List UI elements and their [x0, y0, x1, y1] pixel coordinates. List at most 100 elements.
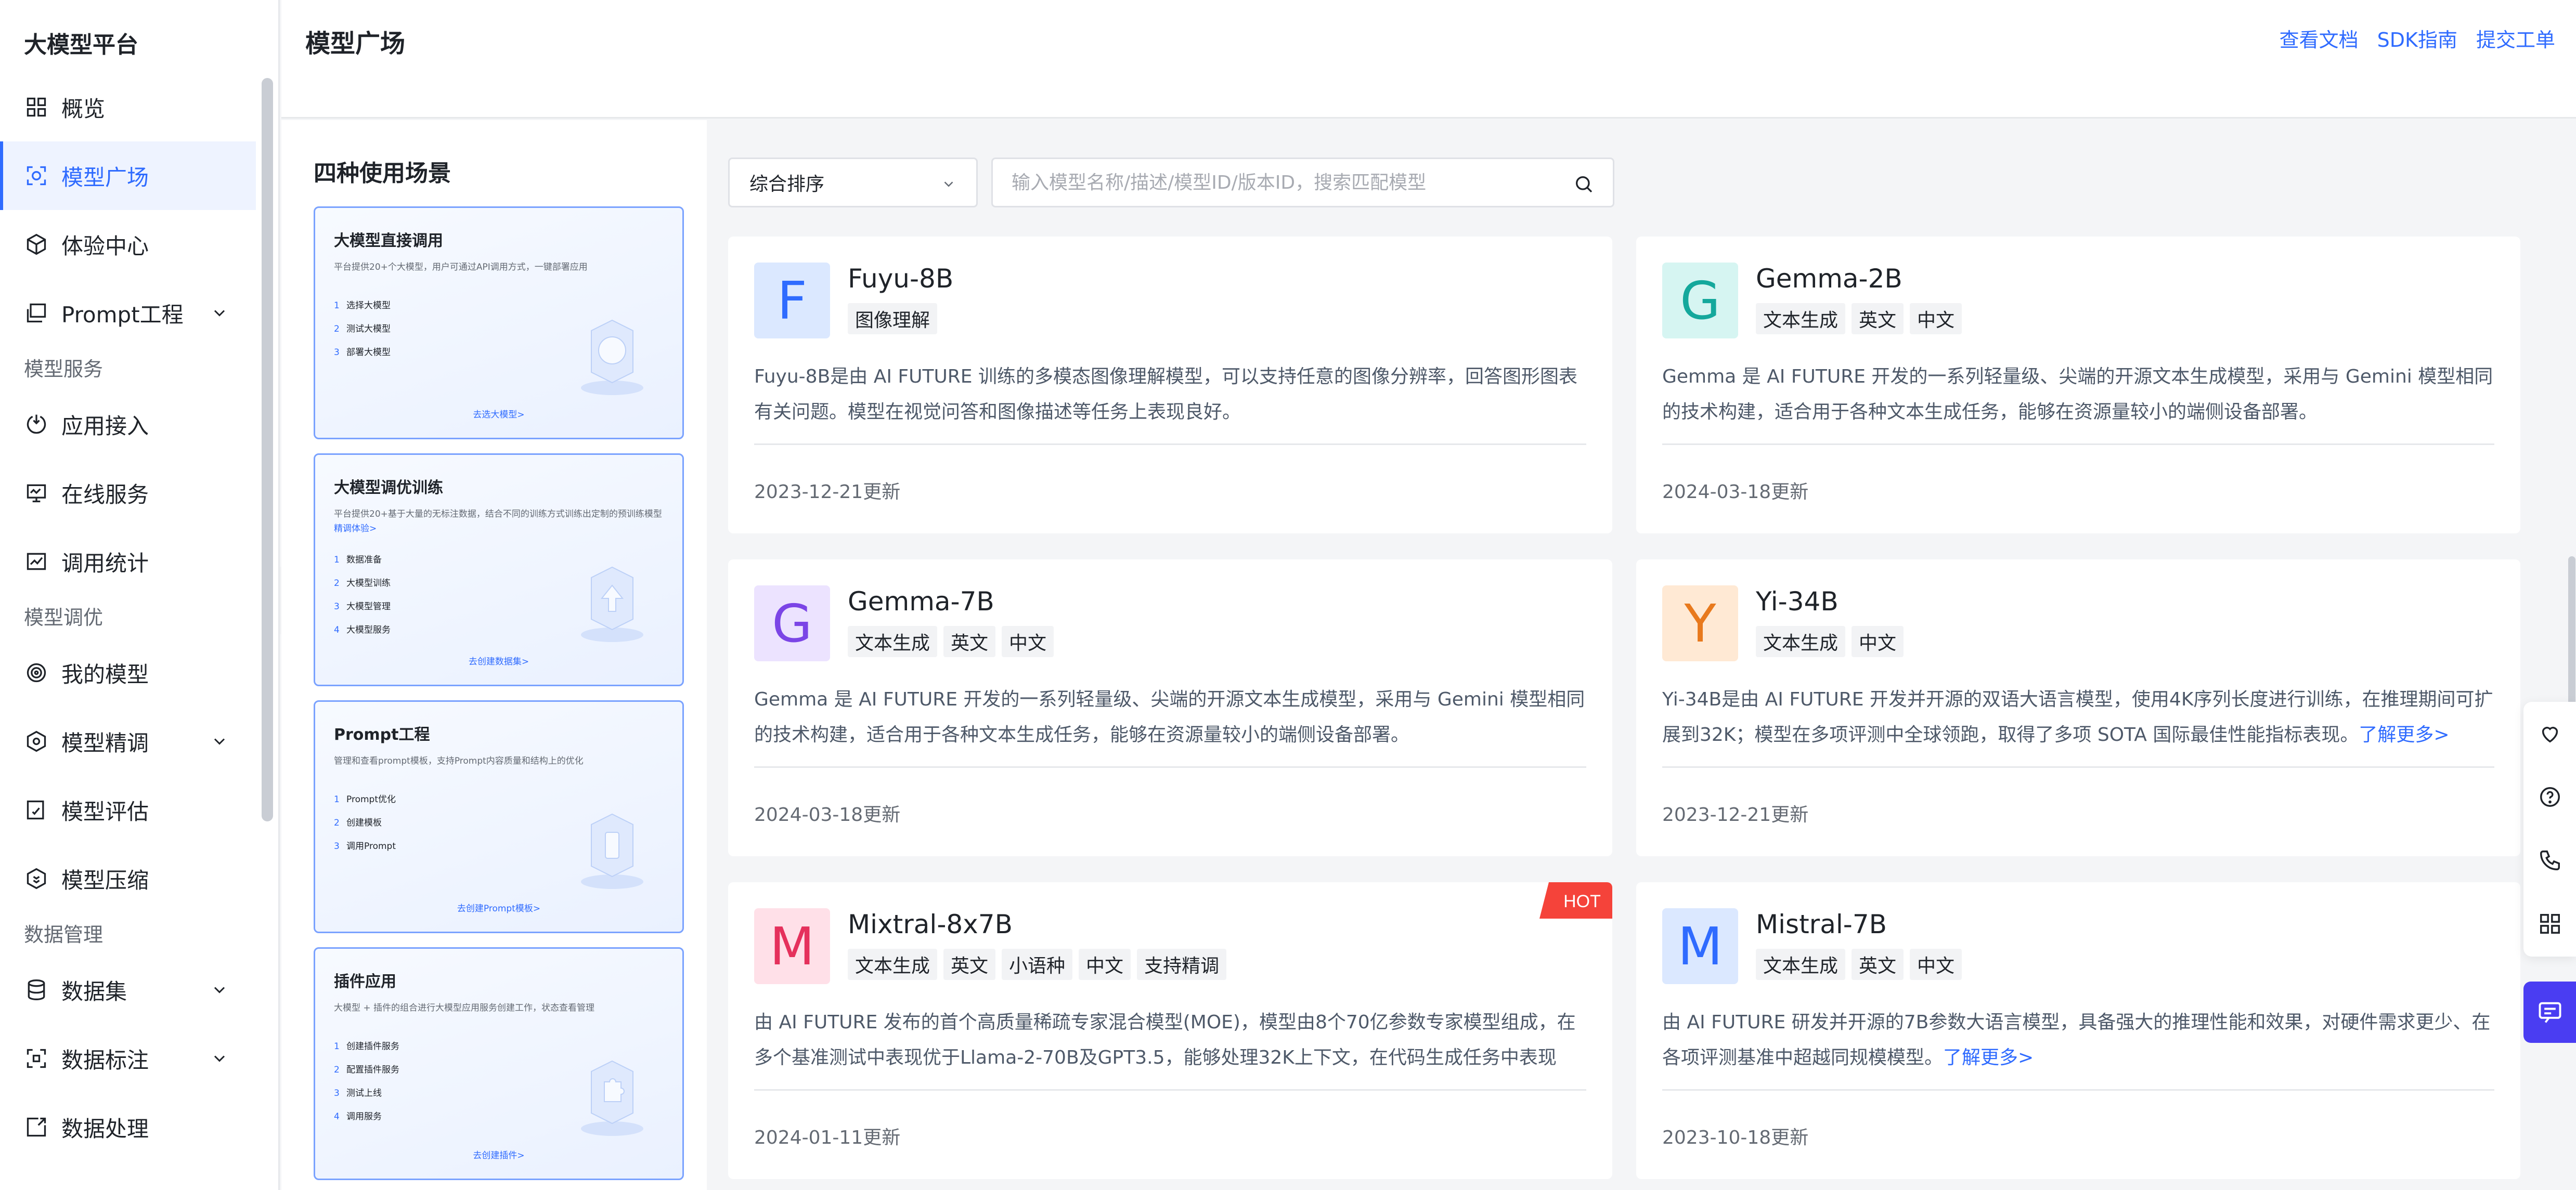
- scenario-card-direct-call[interactable]: 大模型直接调用 平台提供20+个大模型，用户可通过API调用方式，一键部署应用 …: [314, 206, 684, 439]
- sidebar-item-data-processing[interactable]: 数据处理: [0, 1093, 256, 1161]
- sidebar-item-label: 应用接入: [61, 413, 149, 439]
- sidebar-item-experience-center[interactable]: 体验中心: [0, 210, 256, 279]
- chevron-down-icon[interactable]: [210, 304, 229, 322]
- sdk-guide-link[interactable]: SDK指南: [2377, 24, 2457, 53]
- sidebar-item-fine-tune[interactable]: 模型精调: [0, 707, 256, 776]
- scenario-desc-text: 平台提供20+基于大量的无标注数据，结合不同的训练方式训练出定制的预训练模型: [334, 509, 662, 519]
- sort-select[interactable]: 综合排序: [728, 158, 978, 207]
- sidebar-item-overview[interactable]: 概览: [0, 73, 256, 141]
- floating-toolbar: [2523, 702, 2576, 957]
- model-card-yi-34b[interactable]: Y Yi-34B 文本生成 中文 Yi-34B是由 AI FUTURE 开发并开…: [1636, 559, 2520, 856]
- sidebar-item-prompt[interactable]: Prompt工程: [0, 279, 256, 347]
- go-create-plugin-link[interactable]: 去创建插件>: [315, 1148, 682, 1161]
- scenario-card-prompt[interactable]: Prompt工程 管理和查看prompt模板，支持Prompt内容质量和结构上的…: [314, 700, 684, 933]
- model-tag: 小语种: [1002, 949, 1073, 980]
- chat-icon: [2539, 1002, 2561, 1023]
- chart-icon: [25, 550, 48, 573]
- group-label-data-management: 数据管理: [24, 923, 103, 946]
- sidebar-item-data-labeling[interactable]: 数据标注: [0, 1024, 256, 1093]
- favorite-button[interactable]: [2523, 702, 2576, 765]
- sidebar-nav: 概览 模型广场 体验中心 Prompt工程 模型服务 应用接入 在线服务 调用统…: [0, 73, 256, 1161]
- card-divider: [1662, 443, 2494, 445]
- model-tags: 文本生成 英文 中文: [1756, 303, 1962, 334]
- scenario-title: 大模型直接调用: [334, 232, 443, 250]
- phone-icon: [2540, 851, 2560, 870]
- step-label: 大模型管理: [346, 601, 391, 612]
- scenario-heading: 四种使用场景: [314, 160, 451, 187]
- sidebar-item-model-eval[interactable]: 模型评估: [0, 776, 256, 844]
- scenario-card-fine-tuning[interactable]: 大模型调优训练 平台提供20+基于大量的无标注数据，结合不同的训练方式训练出定制…: [314, 453, 684, 686]
- apps-button[interactable]: [2523, 892, 2576, 956]
- go-create-dataset-link[interactable]: 去创建数据集>: [315, 654, 682, 667]
- fine-tune-experience-link[interactable]: 精调体验>: [334, 524, 377, 534]
- sidebar-item-label: 模型精调: [61, 730, 149, 756]
- chevron-down-icon[interactable]: [210, 980, 229, 999]
- grid-icon: [2540, 914, 2560, 934]
- chevron-down-icon[interactable]: [210, 1049, 229, 1068]
- group-label-model-tuning: 模型调优: [24, 606, 103, 629]
- model-card-gemma-2b[interactable]: G Gemma-2B 文本生成 英文 中文 Gemma 是 AI FUTURE …: [1636, 237, 2520, 533]
- scenario-desc: 平台提供20+基于大量的无标注数据，结合不同的训练方式训练出定制的预训练模型 精…: [334, 507, 667, 536]
- step-label: 大模型服务: [346, 625, 391, 635]
- model-name: Gemma-7B: [848, 586, 994, 617]
- view-docs-link[interactable]: 查看文档: [2280, 24, 2359, 53]
- cloud-illustration-icon: [581, 319, 643, 395]
- step-label: 调用Prompt: [346, 841, 396, 852]
- model-update-date: 2023-12-21更新: [754, 481, 901, 503]
- go-create-prompt-template-link[interactable]: 去创建Prompt模板>: [315, 901, 682, 914]
- step-label: 创建插件服务: [346, 1041, 399, 1052]
- chat-assistant-button[interactable]: [2523, 982, 2576, 1043]
- chevron-down-icon: [944, 181, 953, 187]
- model-card-gemma-7b[interactable]: G Gemma-7B 文本生成 英文 中文 Gemma 是 AI FUTURE …: [728, 559, 1612, 856]
- learn-more-link[interactable]: 了解更多>: [2359, 724, 2449, 746]
- sidebar-item-model-square[interactable]: 模型广场: [0, 141, 256, 210]
- model-card-fuyu-8b[interactable]: F Fuyu-8B 图像理解 Fuyu-8B是由 AI FUTURE 训练的多模…: [728, 237, 1612, 533]
- model-card-mixtral-8x7b[interactable]: M Mixtral-8x7B 文本生成 英文 小语种 中文 支持精调 由 AI …: [728, 882, 1612, 1179]
- scenario-panel: 四种使用场景 大模型直接调用 平台提供20+个大模型，用户可通过API调用方式，…: [281, 120, 707, 1190]
- sidebar-scrollbar[interactable]: [262, 78, 273, 821]
- sidebar-item-call-stats[interactable]: 调用统计: [0, 527, 256, 596]
- scenario-title: Prompt工程: [334, 726, 430, 744]
- model-tag: 图像理解: [848, 303, 938, 334]
- heart-icon: [2542, 727, 2558, 743]
- search-icon[interactable]: [1573, 174, 1594, 194]
- scenario-desc-text: 平台提供20+个大模型，用户可通过API调用方式，一键部署应用: [334, 262, 588, 272]
- model-avatar: G: [1662, 263, 1738, 338]
- sidebar-item-model-compress[interactable]: 模型压缩: [0, 844, 256, 913]
- model-tag: 文本生成: [848, 949, 938, 980]
- sidebar-item-online-service[interactable]: 在线服务: [0, 459, 256, 527]
- model-avatar: F: [754, 263, 830, 338]
- sidebar-item-label: 数据集: [61, 978, 127, 1004]
- platform-title: 大模型平台: [24, 32, 138, 58]
- contact-button[interactable]: [2523, 829, 2576, 892]
- compress-icon: [25, 867, 48, 890]
- model-avatar: G: [754, 585, 830, 661]
- model-tag: 中文: [1852, 626, 1904, 657]
- sidebar-item-label: 概览: [61, 96, 106, 122]
- model-description: Gemma 是 AI FUTURE 开发的一系列轻量级、尖端的开源文本生成模型，…: [754, 682, 1586, 753]
- scenario-desc: 大模型 + 插件的组合进行大模型应用服务创建工作，状态查看管理: [334, 1001, 667, 1015]
- chevron-down-icon[interactable]: [210, 732, 229, 751]
- submit-ticket-link[interactable]: 提交工单: [2476, 24, 2555, 53]
- monitor-icon: [25, 481, 48, 504]
- model-tag: 中文: [1910, 949, 1962, 980]
- hexagon-icon: [25, 730, 48, 753]
- sidebar-item-app-access[interactable]: 应用接入: [0, 390, 256, 459]
- sidebar-item-my-models[interactable]: 我的模型: [0, 638, 256, 707]
- scenario-card-plugin[interactable]: 插件应用 大模型 + 插件的组合进行大模型应用服务创建工作，状态查看管理 1 创建…: [314, 947, 684, 1180]
- scenario-desc-text: 管理和查看prompt模板，支持Prompt内容质量和结构上的优化: [334, 756, 584, 766]
- step-label: 调用服务: [346, 1111, 382, 1122]
- card-divider: [754, 1089, 1586, 1091]
- learn-more-link[interactable]: 了解更多>: [1943, 1047, 2034, 1068]
- go-choose-model-link[interactable]: 去选大模型>: [315, 407, 682, 420]
- help-button[interactable]: [2523, 765, 2576, 829]
- page-title: 模型广场: [305, 29, 406, 58]
- sidebar-item-datasets[interactable]: 数据集: [0, 956, 256, 1024]
- grid-icon: [25, 96, 48, 119]
- model-description: Yi-34B是由 AI FUTURE 开发并开源的双语大语言模型，使用4K序列长…: [1662, 682, 2494, 753]
- model-card-mistral-7b[interactable]: M Mistral-7B 文本生成 英文 中文 由 AI FUTURE 研发并开…: [1636, 882, 2520, 1179]
- model-description-text: Gemma 是 AI FUTURE 开发的一系列轻量级、尖端的开源文本生成模型，…: [1662, 366, 2493, 423]
- model-search-input[interactable]: [993, 159, 1555, 206]
- model-update-date: 2024-01-11更新: [754, 1127, 901, 1148]
- model-update-date: 2023-12-21更新: [1662, 804, 1809, 826]
